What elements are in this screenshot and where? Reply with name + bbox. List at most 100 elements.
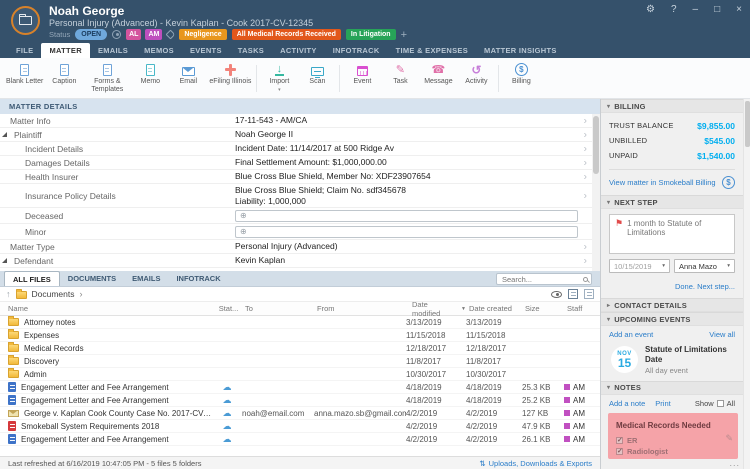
matter-tag[interactable]: In Litigation: [346, 29, 396, 40]
breadcrumb[interactable]: Documents: [32, 289, 75, 299]
checklist-item[interactable]: Radiologist: [616, 446, 730, 457]
blank-letter-button[interactable]: Blank Letter: [4, 62, 45, 86]
matter-detail-row[interactable]: Plaintiff Noah George II ›: [0, 128, 592, 142]
search-input[interactable]: [500, 274, 583, 285]
add-event-link[interactable]: Add an event: [609, 330, 653, 339]
file-tab[interactable]: DOCUMENTS: [60, 271, 124, 286]
matter-detail-row[interactable]: Defendant Kevin Kaplan ›: [0, 254, 592, 268]
main-tab[interactable]: ACTIVITY: [272, 43, 325, 58]
column-header-size[interactable]: Size: [522, 304, 564, 313]
minimize-icon[interactable]: –: [693, 4, 699, 15]
add-tag-button[interactable]: +: [401, 30, 407, 40]
file-tab[interactable]: INFOTRACK: [168, 271, 228, 286]
list-view-icon[interactable]: [568, 289, 578, 299]
table-row[interactable]: Attorney notes ☁ 3/13/2019 3/13/2019: [0, 316, 600, 329]
matter-detail-row[interactable]: Health Insurer Blue Cross Blue Shield, M…: [0, 170, 592, 184]
assignee-icon[interactable]: [112, 30, 121, 39]
table-row[interactable]: Engagement Letter and Fee Arrangement ☁ …: [0, 381, 600, 394]
status-badge[interactable]: OPEN: [75, 29, 107, 40]
view-all-events-link[interactable]: View all: [709, 330, 735, 339]
matter-detail-row[interactable]: Insurance Policy Details Blue Cross Blue…: [0, 184, 592, 208]
activity-button[interactable]: ↺ Activity: [457, 62, 495, 86]
staff-initials-badge[interactable]: AL: [126, 29, 141, 40]
show-all-checkbox[interactable]: [717, 400, 724, 407]
main-tab[interactable]: MATTER: [41, 43, 90, 58]
item-checkbox[interactable]: [616, 437, 623, 444]
checklist-item[interactable]: ER: [616, 435, 730, 446]
expander-icon[interactable]: [2, 258, 7, 263]
expander-icon[interactable]: [2, 132, 7, 137]
upcoming-events-section-header[interactable]: ▾ UPCOMING EVENTS: [601, 312, 743, 326]
view-billing-link[interactable]: View matter in Smokeball Billing: [609, 178, 716, 187]
scrollbar-thumb[interactable]: [593, 116, 599, 174]
table-row[interactable]: Engagement Letter and Fee Arrangement ☁ …: [0, 394, 600, 407]
column-header-date-created[interactable]: Date created: [466, 304, 522, 313]
main-tab[interactable]: MATTER INSIGHTS: [476, 43, 565, 58]
next-step-assignee-dropdown[interactable]: Anna Mazo ▾: [674, 259, 735, 273]
table-row[interactable]: Expenses ☁ 11/15/2018 11/15/2018: [0, 329, 600, 342]
scrollbar-thumb[interactable]: [745, 101, 750, 147]
task-button[interactable]: ✎ Task: [381, 62, 419, 86]
matter-detail-row[interactable]: Matter Info 17-11-543 - AM/CA ›: [0, 114, 592, 128]
table-row[interactable]: Admin ☁ 10/30/2017 10/30/2017: [0, 368, 600, 381]
billing-section-header[interactable]: ▾ BILLING: [601, 99, 743, 113]
matter-details-scrollbar[interactable]: [592, 114, 600, 271]
minor-field[interactable]: ⊕: [235, 226, 578, 238]
main-tab[interactable]: MEMOS: [136, 43, 182, 58]
main-tab[interactable]: FILE: [8, 43, 41, 58]
main-tab[interactable]: TASKS: [230, 43, 272, 58]
contact-details-section-header[interactable]: ▸ CONTACT DETAILS: [601, 298, 743, 312]
uploads-downloads-link[interactable]: ⇅ Uploads, Downloads & Exports: [479, 459, 592, 468]
add-icon[interactable]: ⊕: [240, 211, 247, 220]
file-tab[interactable]: ALL FILES: [4, 271, 60, 286]
efiling-illinois-button[interactable]: eFiling Illinois: [207, 62, 253, 86]
file-tab[interactable]: EMAILS: [124, 271, 168, 286]
memo-button[interactable]: Memo: [131, 62, 169, 86]
settings-gear-icon[interactable]: ⚙: [646, 4, 655, 15]
caption-button[interactable]: Caption: [45, 62, 83, 86]
forms-templates-button[interactable]: Forms & Templates: [83, 62, 131, 94]
table-row[interactable]: George v. Kaplan Cook County Case No. 20…: [0, 407, 600, 420]
table-row[interactable]: Engagement Letter and Fee Arrangement ☁ …: [0, 433, 600, 446]
table-row[interactable]: Discovery ☁ 11/8/2017 11/8/2017: [0, 355, 600, 368]
add-icon[interactable]: ⊕: [240, 227, 247, 236]
main-tab[interactable]: INFOTRACK: [325, 43, 388, 58]
tag-icon[interactable]: [166, 30, 176, 40]
import-button[interactable]: ↓ Import ▾: [260, 62, 298, 94]
preview-eye-icon[interactable]: [551, 291, 562, 298]
column-header-name[interactable]: Name: [0, 304, 212, 313]
event-button[interactable]: Event: [343, 62, 381, 86]
item-checkbox[interactable]: [616, 448, 623, 455]
notes-section-header[interactable]: ▾ NOTES: [601, 381, 743, 395]
close-icon[interactable]: ×: [736, 4, 742, 15]
staff-initials-badge[interactable]: AM: [145, 29, 162, 40]
next-step-date-dropdown[interactable]: 10/15/2019 ▾: [609, 259, 670, 273]
restore-icon[interactable]: □: [714, 4, 720, 15]
details-view-icon[interactable]: [584, 289, 594, 299]
column-header-date-modified[interactable]: Date modified▼: [406, 300, 466, 318]
matter-detail-row[interactable]: Matter Type Personal Injury (Advanced) ›: [0, 240, 592, 254]
message-button[interactable]: ☎ Message: [419, 62, 457, 86]
next-step-note[interactable]: ⚑ 1 month to Statute of Limitations: [609, 214, 735, 254]
billing-button[interactable]: $ Billing: [502, 62, 540, 86]
edit-pencil-icon[interactable]: ✎: [725, 433, 733, 444]
matter-detail-row[interactable]: Incident Details Incident Date: 11/14/20…: [0, 142, 592, 156]
email-button[interactable]: Email: [169, 62, 207, 86]
deceased-field[interactable]: ⊕: [235, 210, 578, 222]
checklist-item[interactable]: Orthopaedic Surgeon: [616, 457, 730, 459]
upcoming-event-item[interactable]: NOV 15 Statute of Limitations Date All d…: [601, 343, 743, 381]
table-row[interactable]: Medical Records ☁ 12/18/2017 12/18/2017: [0, 342, 600, 355]
column-header-staff[interactable]: Staff: [564, 304, 600, 313]
main-tab[interactable]: EVENTS: [182, 43, 230, 58]
done-next-step-link[interactable]: Done. Next step...: [675, 282, 735, 291]
dollar-circle-icon[interactable]: $: [722, 176, 735, 189]
matter-tag[interactable]: Negligence: [179, 29, 226, 40]
add-note-link[interactable]: Add a note: [609, 399, 645, 408]
sidebar-scrollbar[interactable]: [743, 99, 750, 469]
matter-details-section-header[interactable]: MATTER DETAILS: [0, 99, 600, 114]
scan-button[interactable]: Scan: [298, 62, 336, 86]
table-row[interactable]: Smokeball System Requirements 2018 ☁ 4/2…: [0, 420, 600, 433]
column-header-to[interactable]: To: [242, 304, 314, 313]
note-card[interactable]: Medical Records Needed ER Radiologist: [608, 413, 738, 459]
import-dropdown-caret[interactable]: ▾: [278, 88, 281, 94]
